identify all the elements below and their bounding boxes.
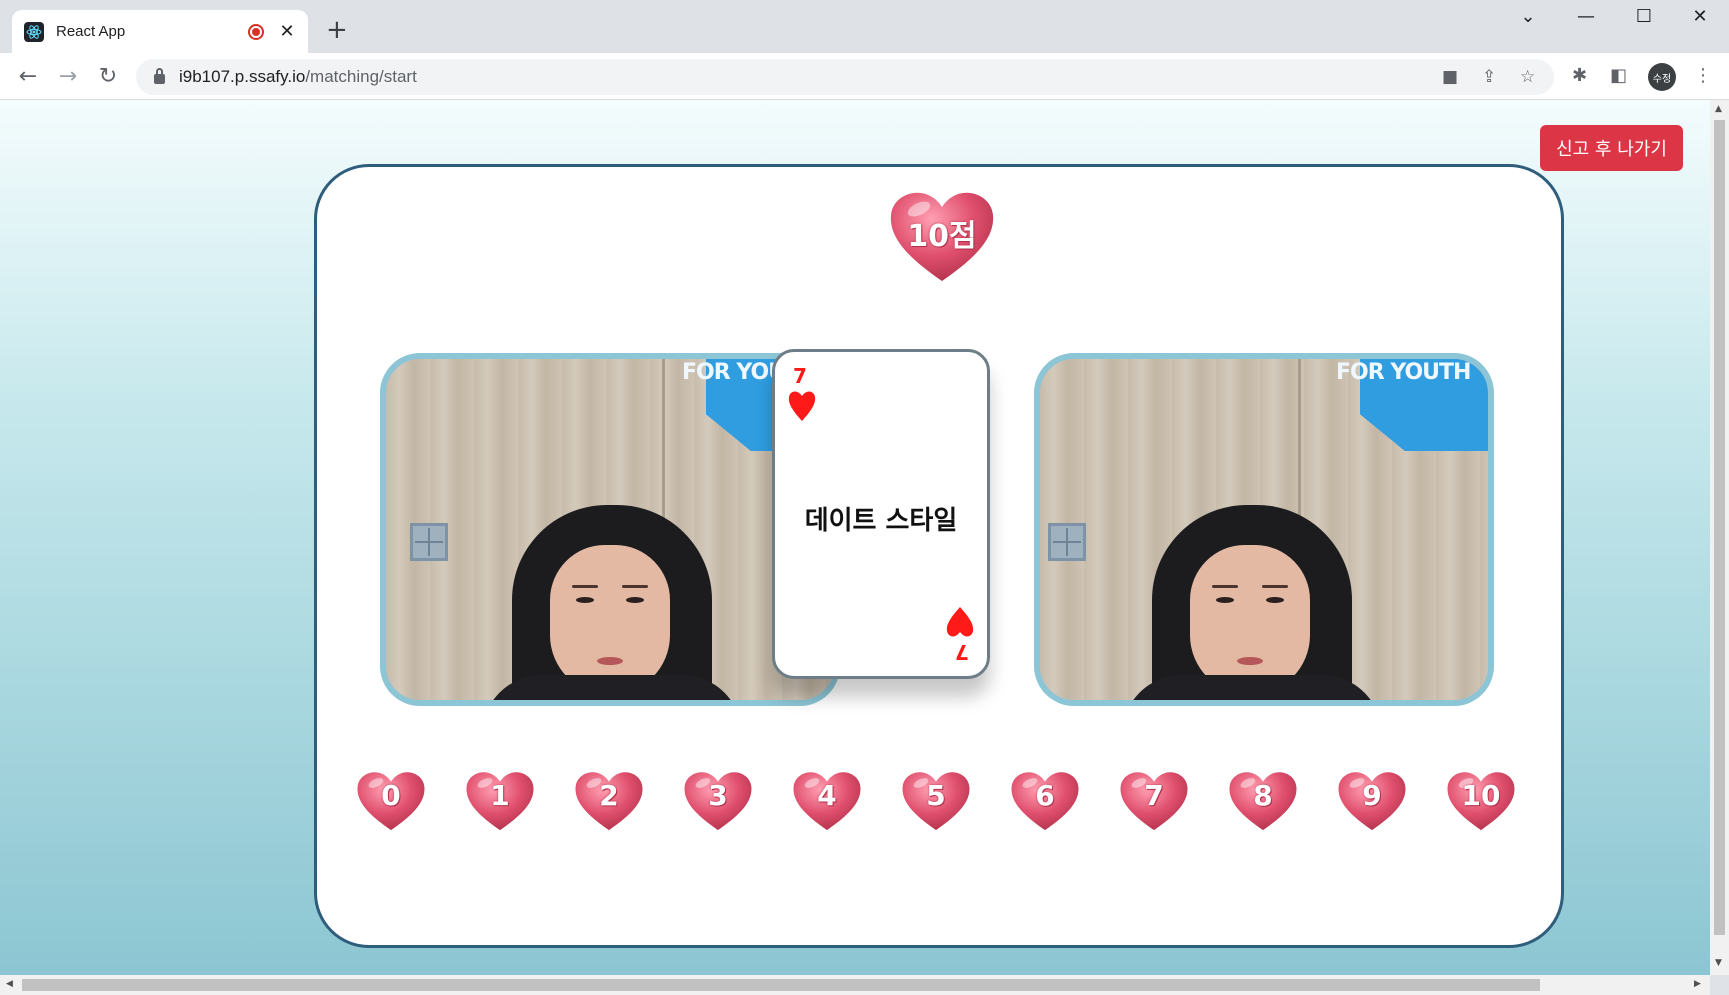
score-option-1[interactable]: 1 — [464, 767, 536, 833]
forward-icon[interactable]: → — [53, 61, 83, 91]
score-option-8[interactable]: 8 — [1227, 767, 1299, 833]
banner-text: FOR YOUTH — [1336, 360, 1471, 385]
card-topic: 데이트 스타일 — [804, 506, 958, 536]
close-window-button[interactable]: ✕ — [1680, 6, 1720, 27]
score-option-9[interactable]: 9 — [1336, 767, 1408, 833]
camera-icon[interactable]: ■ — [1442, 67, 1458, 87]
tab-search-icon[interactable]: ⌄ — [1508, 6, 1548, 27]
new-tab-button[interactable]: + — [326, 17, 348, 43]
side-panel-icon[interactable]: ◧ — [1610, 65, 1627, 86]
heart-suit-icon — [945, 602, 975, 640]
score-option-7[interactable]: 7 — [1118, 767, 1190, 833]
light-switch — [410, 523, 448, 561]
report-and-exit-button[interactable]: 신고 후 나가기 — [1540, 125, 1683, 171]
score-option-6[interactable]: 6 — [1009, 767, 1081, 833]
maximize-button[interactable]: ☐ — [1624, 6, 1664, 27]
page-viewport: 신고 후 나가기 10점 FOR YOUTH FOR YOUTH 7 데이트 스… — [0, 100, 1710, 975]
horizontal-scroll-thumb[interactable] — [22, 979, 1540, 991]
tab-title: React App — [56, 23, 126, 40]
score-heart-icon: 10점 — [887, 185, 997, 285]
topic-card: 7 데이트 스타일 7 — [772, 349, 990, 679]
score-option-2[interactable]: 2 — [573, 767, 645, 833]
tab-close-icon[interactable]: ✕ — [278, 21, 296, 42]
score-option-3[interactable]: 3 — [682, 767, 754, 833]
browser-tab[interactable]: React App ✕ — [12, 10, 308, 53]
card-rank-bottom: 7 — [955, 640, 969, 664]
bookmark-star-icon[interactable]: ☆ — [1520, 67, 1535, 87]
browser-tab-bar: React App ✕ + ⌄ — ☐ ✕ — [0, 0, 1729, 53]
scroll-up-icon[interactable]: ▲ — [1715, 104, 1722, 114]
card-rank-top: 7 — [793, 364, 807, 388]
scroll-down-icon[interactable]: ▼ — [1715, 958, 1722, 968]
vertical-scrollbar[interactable]: ▲ ▼ — [1710, 100, 1729, 975]
score-label: 10점 — [907, 219, 977, 254]
scroll-left-icon[interactable]: ◀ — [6, 979, 13, 989]
heart-suit-icon — [787, 388, 817, 426]
more-menu-icon[interactable]: ⋮ — [1694, 65, 1712, 86]
score-option-4[interactable]: 4 — [791, 767, 863, 833]
score-option-0[interactable]: 0 — [355, 767, 427, 833]
browser-toolbar: ← → ↻ i9b107.p.ssafy.io/matching/start ■… — [0, 53, 1729, 100]
video-remote: FOR YOUTH — [1034, 353, 1494, 706]
horizontal-scrollbar[interactable]: ◀ ▶ — [0, 975, 1710, 995]
address-bar[interactable]: i9b107.p.ssafy.io/matching/start ■ ⇪ ☆ — [136, 59, 1554, 95]
scroll-right-icon[interactable]: ▶ — [1694, 979, 1701, 989]
back-icon[interactable]: ← — [13, 61, 43, 91]
extensions-icon[interactable]: ✱ — [1572, 65, 1587, 86]
score-option-5[interactable]: 5 — [900, 767, 972, 833]
reload-icon[interactable]: ↻ — [93, 61, 123, 91]
participant-image — [482, 505, 742, 700]
participant-image — [1122, 505, 1382, 700]
score-selector: 0 1 2 3 4 5 6 7 8 9 10 — [355, 767, 1515, 837]
recording-icon — [248, 23, 264, 40]
profile-avatar[interactable]: 수정 — [1648, 63, 1676, 91]
lock-icon — [154, 68, 165, 84]
vertical-scroll-thumb[interactable] — [1714, 120, 1725, 935]
light-switch — [1048, 523, 1086, 561]
url-text: i9b107.p.ssafy.io/matching/start — [179, 67, 417, 86]
react-logo-icon — [24, 21, 44, 42]
score-option-10[interactable]: 10 — [1445, 767, 1517, 833]
video-local: FOR YOUTH — [380, 353, 840, 706]
matching-panel: 10점 FOR YOUTH FOR YOUTH 7 데이트 스타일 7 0 1 … — [314, 164, 1564, 948]
minimize-button[interactable]: — — [1566, 6, 1606, 27]
share-icon[interactable]: ⇪ — [1482, 67, 1496, 87]
